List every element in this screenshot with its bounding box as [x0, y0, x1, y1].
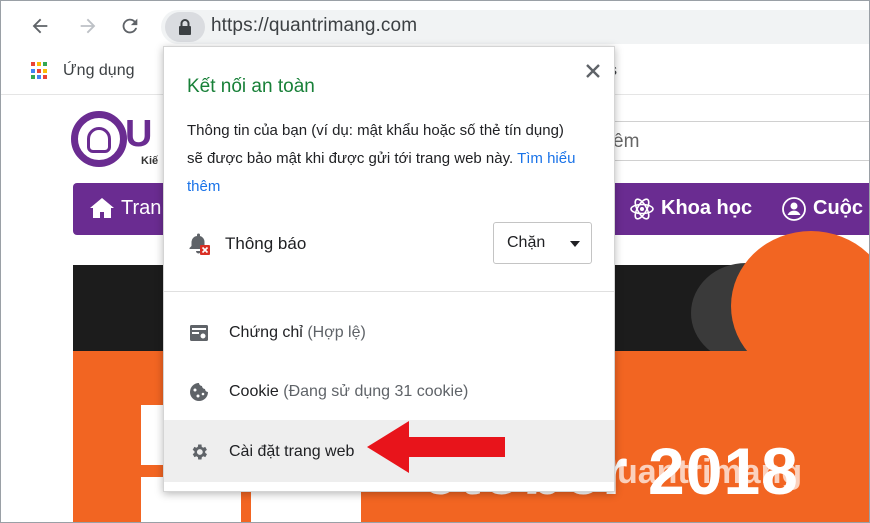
- close-icon: [586, 64, 600, 78]
- bulb-icon: [87, 127, 111, 153]
- popup-description: Thông tin của bạn (ví dụ: mật khẩu hoặc …: [187, 117, 583, 201]
- certificate-icon: [190, 325, 208, 341]
- red-arrow-icon: [367, 421, 505, 473]
- gear-icon: [192, 444, 207, 460]
- site-search-placeholder: êm: [613, 131, 640, 152]
- atom-icon: [630, 198, 654, 220]
- popup-divider: [164, 291, 614, 292]
- reload-button[interactable]: [115, 11, 145, 41]
- life-icon: [782, 197, 806, 221]
- cookie-row[interactable]: Cookie (Đang sử dụng 31 cookie): [229, 383, 468, 401]
- cookie-icon: [190, 383, 208, 401]
- popup-description-text: Thông tin của bạn (ví dụ: mật khẩu hoặc …: [187, 122, 564, 167]
- back-arrow-icon: [32, 18, 48, 34]
- certificate-row[interactable]: Chứng chỉ (Hợp lệ): [229, 324, 366, 342]
- lock-icon: [179, 19, 191, 35]
- cookie-status[interactable]: (Đang sử dụng 31 cookie): [283, 383, 468, 400]
- watermark-text: uantrimang: [617, 453, 803, 491]
- popup-title: Kết nối an toàn: [187, 76, 315, 97]
- site-logo-tagline: Kiế: [141, 155, 159, 167]
- home-icon: [90, 198, 114, 218]
- certificate-label[interactable]: Chứng chỉ: [229, 324, 303, 341]
- certificate-status[interactable]: (Hợp lệ): [307, 324, 366, 341]
- cookie-label[interactable]: Cookie: [229, 383, 279, 400]
- site-info-button[interactable]: [165, 12, 205, 42]
- url-text[interactable]: https://quantrimang.com: [211, 15, 417, 37]
- site-settings-label[interactable]: Cài đặt trang web: [229, 443, 354, 461]
- bell-blocked-icon: [189, 233, 210, 255]
- notification-label: Thông báo: [225, 234, 307, 253]
- nav-home-link[interactable]: Tran: [121, 197, 161, 220]
- nav-life-link[interactable]: Cuộc s: [813, 197, 869, 220]
- notification-permission-value[interactable]: Chặn: [507, 234, 545, 252]
- apps-grid-icon[interactable]: [31, 62, 49, 80]
- reload-icon: [122, 18, 138, 34]
- nav-science-link[interactable]: Khoa học: [661, 197, 752, 220]
- close-popup-button[interactable]: [579, 57, 607, 85]
- forward-arrow-icon: [80, 18, 96, 34]
- chevron-down-icon[interactable]: [570, 241, 580, 247]
- browser-window: https://quantrimang.com Ứng dụng s U Kiế…: [0, 0, 870, 523]
- site-logo-letter[interactable]: U: [125, 113, 152, 156]
- apps-bookmark-label[interactable]: Ứng dụng: [63, 62, 135, 80]
- forward-button[interactable]: [73, 11, 103, 41]
- back-button[interactable]: [25, 11, 55, 41]
